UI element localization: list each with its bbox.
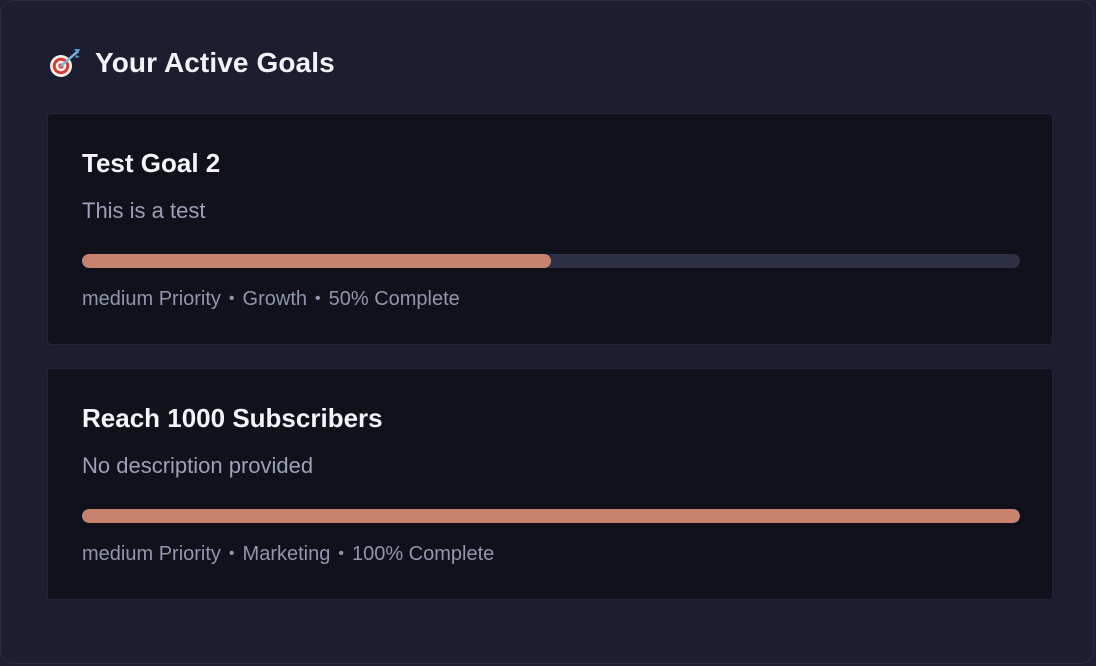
goal-description: This is a test [82,198,206,223]
goal-title: Reach 1000 Subscribers [82,403,383,433]
goal-progress-bar [82,509,1020,523]
goal-priority: medium Priority [82,543,221,565]
target-icon [47,46,81,80]
goal-card[interactable]: Reach 1000 Subscribers No description pr… [47,368,1053,600]
goal-completion: 100% Complete [351,543,495,565]
page-title: Your Active Goals [95,47,335,78]
meta-separator: • [338,545,344,562]
goal-card[interactable]: Test Goal 2 This is a test medium Priori… [47,113,1053,345]
goal-category: Marketing [242,543,331,565]
meta-separator: • [228,545,235,562]
goal-completion: 50% Complete [328,288,460,310]
goal-priority: medium Priority [82,288,221,310]
goal-title: Test Goal 2 [82,148,221,178]
goal-progress-bar [82,254,1020,268]
meta-separator: • [228,290,235,307]
active-goals-panel: Your Active Goals Test Goal 2 This is a … [0,0,1094,664]
goals-header: Your Active Goals [47,45,335,81]
goal-progress-fill [82,254,551,268]
goal-meta: medium Priority • Marketing • 100% Complete [82,543,494,566]
goal-meta: medium Priority • Growth • 50% Complete [82,288,460,311]
goal-progress-fill [82,509,1020,523]
meta-separator: • [315,290,321,307]
goal-description: No description provided [82,453,314,478]
goal-category: Growth [242,288,307,310]
